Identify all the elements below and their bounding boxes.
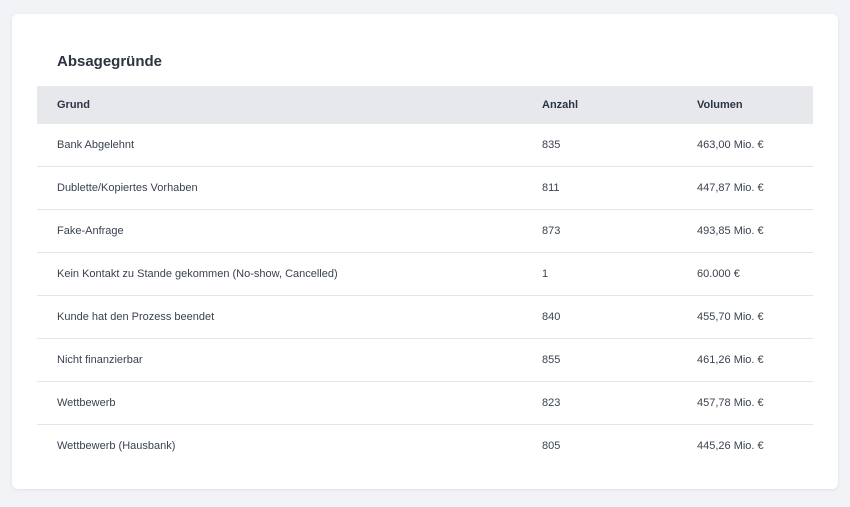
rejection-reasons-table: Grund Anzahl Volumen Bank Abgelehnt 835 …	[37, 86, 813, 467]
card-title: Absagegründe	[57, 53, 163, 70]
cell-volume: 493,85 Mio. €	[697, 209, 813, 253]
cell-volume: 445,26 Mio. €	[697, 440, 764, 452]
cell-count: 855	[542, 338, 697, 382]
cell-reason: Wettbewerb (Hausbank)	[57, 440, 176, 452]
cell-reason: Kunde hat den Prozess beendet	[37, 295, 542, 339]
cell-count: 823	[542, 381, 697, 425]
table-row: Fake-Anfrage 873 493,85 Mio. €	[37, 209, 813, 253]
cell-reason: Kein Kontakt zu Stande gekommen (No-show…	[37, 252, 542, 296]
cell-volume: 455,70 Mio. €	[697, 295, 813, 339]
table-header: Grund Anzahl Volumen	[37, 86, 813, 124]
table-row: Kunde hat den Prozess beendet 840 455,70…	[37, 295, 813, 339]
cell-count: 835	[542, 124, 697, 167]
cell-reason: Dublette/Kopiertes Vorhaben	[37, 166, 542, 210]
cell-reason: Wettbewerb	[37, 381, 542, 425]
table-row: Kein Kontakt zu Stande gekommen (No-show…	[37, 252, 813, 296]
table-row: Wettbewerb (Hausbank) 805 445,26 Mio. €	[37, 425, 813, 468]
cell-volume: 447,87 Mio. €	[697, 166, 813, 210]
table-row: Wettbewerb 823 457,78 Mio. €	[37, 381, 813, 425]
table-row: Nicht finanzierbar 855 461,26 Mio. €	[37, 338, 813, 382]
column-header-count: Anzahl	[542, 99, 579, 111]
cell-count: 811	[542, 166, 697, 210]
cell-reason: Fake-Anfrage	[37, 209, 542, 253]
cell-volume: 463,00 Mio. €	[697, 124, 813, 167]
cell-count: 1	[542, 252, 697, 296]
column-header-volume: Volumen	[697, 99, 743, 111]
table-row: Bank Abgelehnt 835 463,00 Mio. €	[37, 124, 813, 167]
cell-count: 840	[542, 295, 697, 339]
cell-volume: 461,26 Mio. €	[697, 338, 813, 382]
table-row: Dublette/Kopiertes Vorhaben 811 447,87 M…	[37, 166, 813, 210]
cell-reason: Nicht finanzierbar	[37, 338, 542, 382]
rejection-reasons-card: Absagegründe Grund Anzahl Volumen Bank A…	[12, 14, 838, 489]
table-body: Bank Abgelehnt 835 463,00 Mio. € Dublett…	[37, 124, 813, 467]
cell-count: 805	[542, 440, 561, 452]
cell-count: 873	[542, 209, 697, 253]
cell-reason: Bank Abgelehnt	[37, 124, 542, 167]
cell-volume: 60.000 €	[697, 252, 813, 296]
table-header-row: Grund Anzahl Volumen	[37, 86, 813, 124]
column-header-reason: Grund	[57, 99, 90, 111]
cell-volume: 457,78 Mio. €	[697, 381, 813, 425]
